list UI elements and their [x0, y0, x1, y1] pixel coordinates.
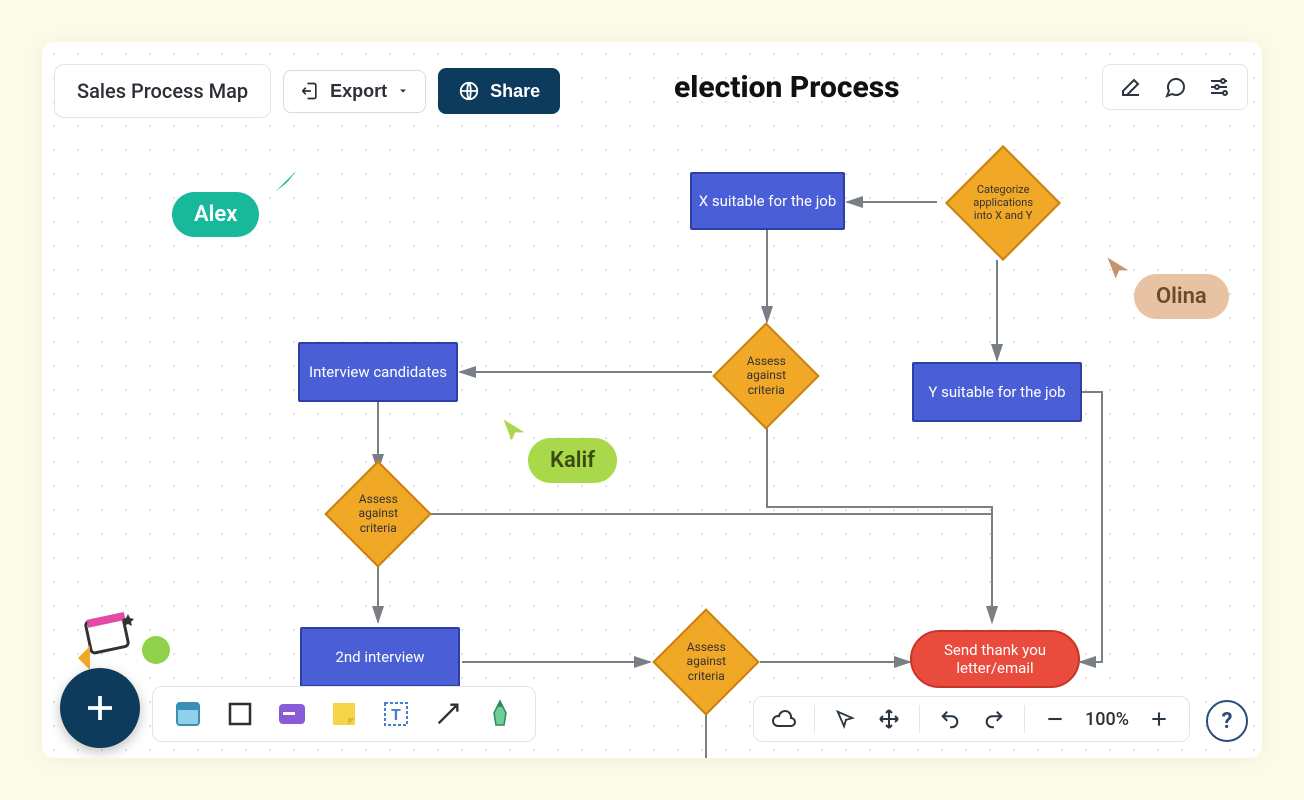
cursor-arrow-icon: [1104, 254, 1132, 282]
canvas-heading: election Process: [674, 70, 900, 105]
arrow-icon: [434, 700, 462, 728]
frame-icon: [174, 700, 202, 728]
square-icon: [226, 700, 254, 728]
redo-button[interactable]: [980, 705, 1008, 733]
cursor-olina: Olina: [1108, 274, 1229, 319]
add-fab[interactable]: [60, 668, 140, 748]
settings-button[interactable]: [1205, 73, 1233, 101]
help-button[interactable]: ?: [1206, 700, 1248, 742]
comment-icon: [1163, 75, 1187, 99]
pen-icon: [488, 699, 512, 729]
cursor-label: Kalif: [528, 438, 617, 483]
sticky-note-tool[interactable]: [327, 697, 361, 731]
cursor-arrow-icon: [500, 416, 528, 444]
comment-button[interactable]: [1161, 73, 1189, 101]
edit-button[interactable]: [1117, 73, 1145, 101]
select-tool[interactable]: [831, 705, 859, 733]
node-label: Assess against criteria: [670, 640, 742, 683]
minus-icon: [1045, 709, 1065, 729]
export-icon: [300, 81, 320, 101]
pointer-icon: [834, 708, 856, 730]
node-label: X suitable for the job: [699, 192, 837, 210]
decorative-shapes: [70, 610, 180, 674]
node-label: Send thank you letter/email: [912, 641, 1078, 677]
view-control-tray: 100%: [753, 696, 1190, 742]
zoom-in-button[interactable]: [1145, 705, 1173, 733]
separator: [1024, 705, 1025, 733]
undo-icon: [939, 708, 961, 730]
card-icon: [277, 702, 307, 726]
svg-text:T: T: [391, 705, 401, 724]
share-button[interactable]: Share: [438, 68, 560, 114]
undo-button[interactable]: [936, 705, 964, 733]
card-tool[interactable]: [275, 697, 309, 731]
canvas-panel: Sales Process Map Export Share election …: [42, 42, 1262, 758]
cursor-label: Alex: [172, 192, 259, 237]
move-icon: [877, 707, 901, 731]
share-label: Share: [490, 81, 540, 102]
node-x-suitable[interactable]: X suitable for the job: [690, 172, 845, 230]
text-icon: T: [382, 700, 410, 728]
zoom-level[interactable]: 100%: [1085, 709, 1129, 730]
document-title[interactable]: Sales Process Map: [54, 64, 271, 118]
node-second-interview[interactable]: 2nd interview: [300, 627, 460, 687]
node-y-suitable[interactable]: Y suitable for the job: [912, 362, 1082, 422]
cursor-kalif: Kalif: [502, 438, 617, 483]
sticky-note-icon: [330, 700, 358, 728]
plus-icon: [1149, 709, 1169, 729]
export-label: Export: [330, 81, 387, 102]
node-send-thanks[interactable]: Send thank you letter/email: [910, 630, 1080, 688]
node-label: Y suitable for the job: [928, 383, 1065, 401]
node-interview[interactable]: Interview candidates: [298, 342, 458, 402]
frame-tool[interactable]: [171, 697, 205, 731]
cursor-alex: Alex: [172, 192, 259, 237]
text-tool[interactable]: T: [379, 697, 413, 731]
node-label: Interview candidates: [309, 363, 447, 381]
connector-tool[interactable]: [431, 697, 465, 731]
separator: [814, 705, 815, 733]
cloud-icon: [771, 709, 797, 729]
shape-tool-tray: T: [152, 686, 536, 742]
cloud-sync-button[interactable]: [770, 705, 798, 733]
redo-icon: [983, 708, 1005, 730]
pan-tool[interactable]: [875, 705, 903, 733]
sliders-icon: [1207, 75, 1231, 99]
cursor-arrow-icon: [272, 167, 300, 195]
edit-icon: [1119, 75, 1143, 99]
separator: [919, 705, 920, 733]
plus-icon: [82, 690, 118, 726]
node-label: Assess against criteria: [342, 492, 414, 535]
pen-tool[interactable]: [483, 697, 517, 731]
node-label: Categorize applications into X and Y: [964, 183, 1042, 223]
zoom-out-button[interactable]: [1041, 705, 1069, 733]
chevron-down-icon: [397, 85, 409, 97]
node-label: 2nd interview: [335, 648, 424, 666]
globe-icon: [458, 80, 480, 102]
rectangle-tool[interactable]: [223, 697, 257, 731]
export-button[interactable]: Export: [283, 70, 426, 113]
top-left-toolbar: Sales Process Map Export Share: [54, 64, 560, 118]
node-label: Assess against criteria: [730, 354, 802, 397]
cursor-label: Olina: [1134, 274, 1229, 319]
question-mark-icon: ?: [1222, 709, 1233, 734]
top-right-toolbar: [1102, 64, 1248, 110]
